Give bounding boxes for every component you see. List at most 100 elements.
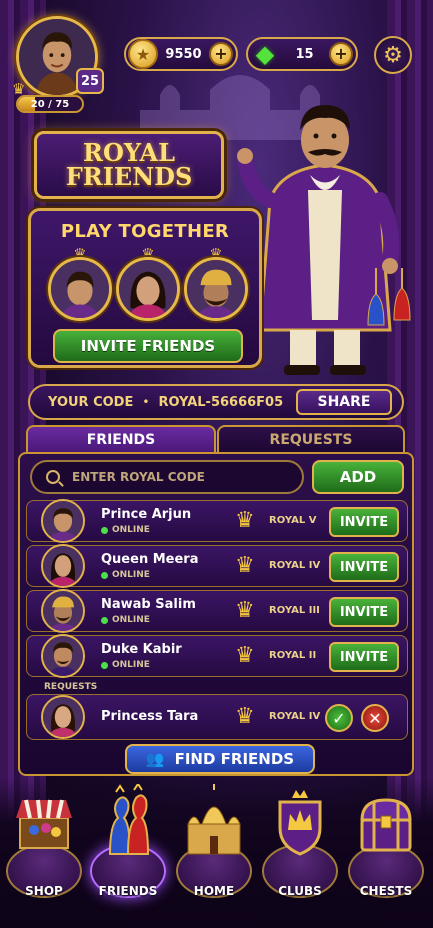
invite-button[interactable]: INVITE bbox=[329, 552, 399, 582]
online-status: ONLINE bbox=[101, 570, 150, 580]
friend-face-icon bbox=[43, 546, 83, 586]
friend-face-icon bbox=[187, 260, 245, 318]
friend-name: Queen Meera bbox=[101, 552, 199, 567]
xp-text: 20 / 75 bbox=[30, 98, 70, 110]
friend-name: Nawab Salim bbox=[101, 597, 196, 612]
online-status: ONLINE bbox=[101, 615, 150, 625]
request-row: Princess Tara ♛ ROYAL IV ✓ ✕ bbox=[26, 694, 408, 740]
status-text: ONLINE bbox=[112, 660, 150, 670]
friend-face-icon bbox=[43, 501, 83, 541]
check-icon: ✓ bbox=[332, 708, 346, 728]
friend-row: Queen Meera ONLINE ♛ ROYAL IV INVITE bbox=[26, 544, 408, 588]
add-coins-button[interactable]: + bbox=[209, 42, 233, 66]
avatar bbox=[41, 589, 85, 633]
tab-friends[interactable]: FRIENDS bbox=[26, 425, 216, 453]
invite-button[interactable]: INVITE bbox=[329, 597, 399, 627]
gem-counter: ◆ 15 + bbox=[246, 37, 358, 71]
bottom-navigation: SHOP FRIENDS HOME CLUBS CHESTS bbox=[0, 778, 433, 928]
coin-icon: ★ bbox=[128, 39, 158, 69]
rank-label: ROYAL IV bbox=[269, 560, 321, 571]
nav-label: HOME bbox=[193, 884, 235, 898]
crown-icon: ♛ bbox=[235, 553, 255, 578]
play-together-title: PLAY TOGETHER bbox=[60, 221, 230, 242]
rank-label: ROYAL V bbox=[269, 515, 317, 526]
play-together-card: PLAY TOGETHER ♛ ♛ ♛ INVITE FRIENDS bbox=[28, 208, 262, 368]
add-button[interactable]: ADD bbox=[312, 460, 404, 494]
shield-crown-icon bbox=[278, 790, 322, 856]
online-dot-icon bbox=[101, 661, 108, 669]
share-button[interactable]: SHARE bbox=[296, 389, 392, 415]
party-slot-1[interactable] bbox=[48, 257, 112, 321]
code-value: ROYAL-56666F05 bbox=[158, 394, 284, 410]
status-text: ONLINE bbox=[112, 615, 150, 625]
status-text: ONLINE bbox=[112, 525, 150, 535]
gem-value: 15 bbox=[295, 46, 314, 62]
xp-progress-bar: 20 / 75 bbox=[16, 95, 84, 113]
coin-counter: ★ 9550 + bbox=[124, 37, 238, 71]
find-friends-label: FIND FRIENDS bbox=[174, 750, 295, 768]
friend-face-icon bbox=[43, 636, 83, 676]
avatar bbox=[41, 634, 85, 678]
close-icon: ✕ bbox=[368, 708, 382, 728]
friend-code-bar: YOUR CODE • ROYAL-56666F05 SHARE bbox=[28, 384, 404, 420]
title-line-2: FRIENDS bbox=[65, 162, 193, 191]
friend-face-icon bbox=[43, 591, 83, 631]
level-badge: 25 bbox=[76, 68, 104, 94]
crown-icon: ♛ bbox=[235, 598, 255, 623]
invite-friends-button[interactable]: INVITE FRIENDS bbox=[53, 329, 243, 363]
friend-face-icon bbox=[51, 260, 109, 318]
nav-shop[interactable]: SHOP bbox=[2, 778, 86, 924]
invite-button[interactable]: INVITE bbox=[329, 642, 399, 672]
crown-icon: ♛ bbox=[235, 643, 255, 668]
search-bar bbox=[30, 460, 304, 494]
friend-face-icon bbox=[43, 697, 83, 737]
online-status: ONLINE bbox=[101, 525, 150, 535]
gem-icon: ◆ bbox=[255, 40, 275, 68]
requests-section-label: REQUESTS bbox=[44, 682, 98, 692]
coin-value: 9550 bbox=[165, 46, 202, 62]
tab-requests[interactable]: REQUESTS bbox=[217, 425, 405, 453]
friend-name: Prince Arjun bbox=[101, 507, 192, 522]
add-gems-button[interactable]: + bbox=[329, 42, 353, 66]
royal-code-input[interactable] bbox=[72, 470, 282, 484]
party-slot-2[interactable] bbox=[116, 257, 180, 321]
find-friends-button[interactable]: 👥 FIND FRIENDS bbox=[125, 744, 315, 774]
nav-home[interactable]: HOME bbox=[172, 778, 256, 924]
friend-name: Duke Kabir bbox=[101, 642, 182, 657]
online-dot-icon bbox=[101, 571, 108, 579]
friend-row: Nawab Salim ONLINE ♛ ROYAL III INVITE bbox=[26, 589, 408, 633]
requester-name: Princess Tara bbox=[101, 709, 199, 724]
code-label: YOUR CODE bbox=[48, 394, 134, 410]
status-text: ONLINE bbox=[112, 570, 150, 580]
avatar bbox=[41, 499, 85, 543]
decline-request-button[interactable]: ✕ bbox=[361, 704, 389, 732]
avatar bbox=[41, 695, 85, 739]
rank-label: ROYAL II bbox=[269, 650, 317, 661]
invite-button[interactable]: INVITE bbox=[329, 507, 399, 537]
people-icon: 👥 bbox=[145, 750, 165, 768]
page-title: ROYAL FRIENDS bbox=[34, 131, 224, 199]
nav-label: CLUBS bbox=[278, 884, 322, 898]
avatar bbox=[41, 544, 85, 588]
party-slot-3[interactable] bbox=[184, 257, 248, 321]
accept-request-button[interactable]: ✓ bbox=[325, 704, 353, 732]
settings-button[interactable]: ⚙ bbox=[374, 36, 412, 74]
nav-chests[interactable]: CHESTS bbox=[344, 778, 428, 924]
search-icon bbox=[46, 470, 60, 484]
chess-pieces-icon bbox=[108, 784, 150, 855]
nav-label: FRIENDS bbox=[98, 884, 158, 898]
nav-friends[interactable]: FRIENDS bbox=[86, 778, 170, 924]
friend-row: Prince Arjun ONLINE ♛ ROYAL V INVITE bbox=[26, 499, 408, 543]
shop-stall-icon bbox=[16, 799, 72, 849]
friends-panel: ADD Prince Arjun ONLINE ♛ ROYAL V INVITE… bbox=[18, 452, 414, 776]
online-dot-icon bbox=[101, 616, 108, 624]
crown-icon: ♛ bbox=[235, 704, 255, 729]
rank-label: ROYAL IV bbox=[269, 711, 321, 722]
friend-row: Duke Kabir ONLINE ♛ ROYAL II INVITE bbox=[26, 634, 408, 678]
palace-icon bbox=[187, 784, 241, 855]
nav-clubs[interactable]: CLUBS bbox=[258, 778, 342, 924]
crown-icon: ♛ bbox=[235, 508, 255, 533]
nav-label: SHOP bbox=[25, 884, 63, 898]
nav-label: CHESTS bbox=[359, 884, 413, 898]
code-separator: • bbox=[142, 395, 150, 409]
